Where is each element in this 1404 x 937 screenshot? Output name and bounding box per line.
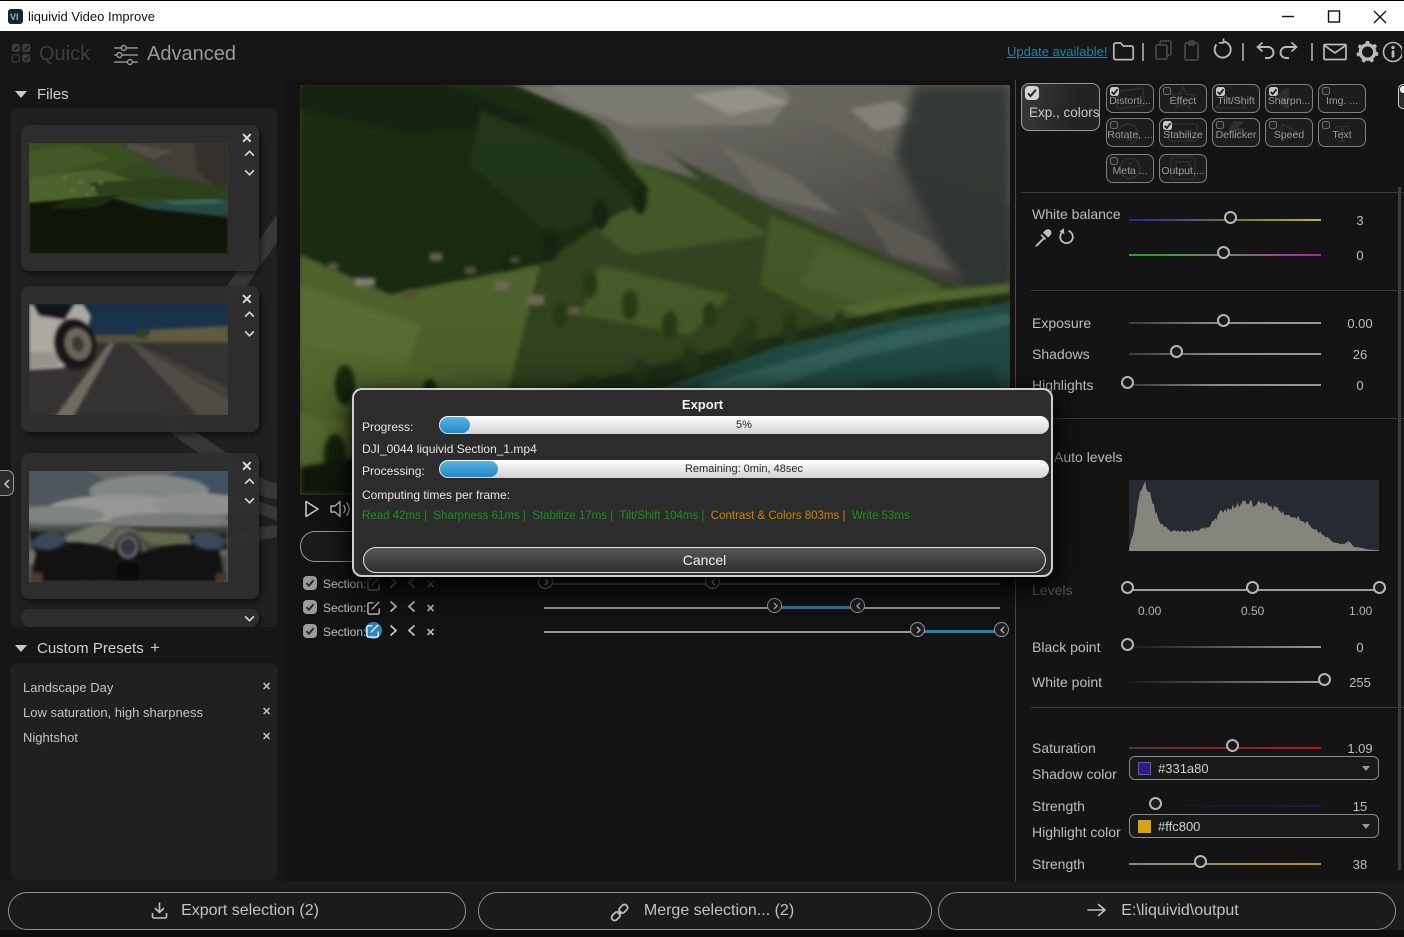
svg-text:T: T <box>1335 122 1350 148</box>
